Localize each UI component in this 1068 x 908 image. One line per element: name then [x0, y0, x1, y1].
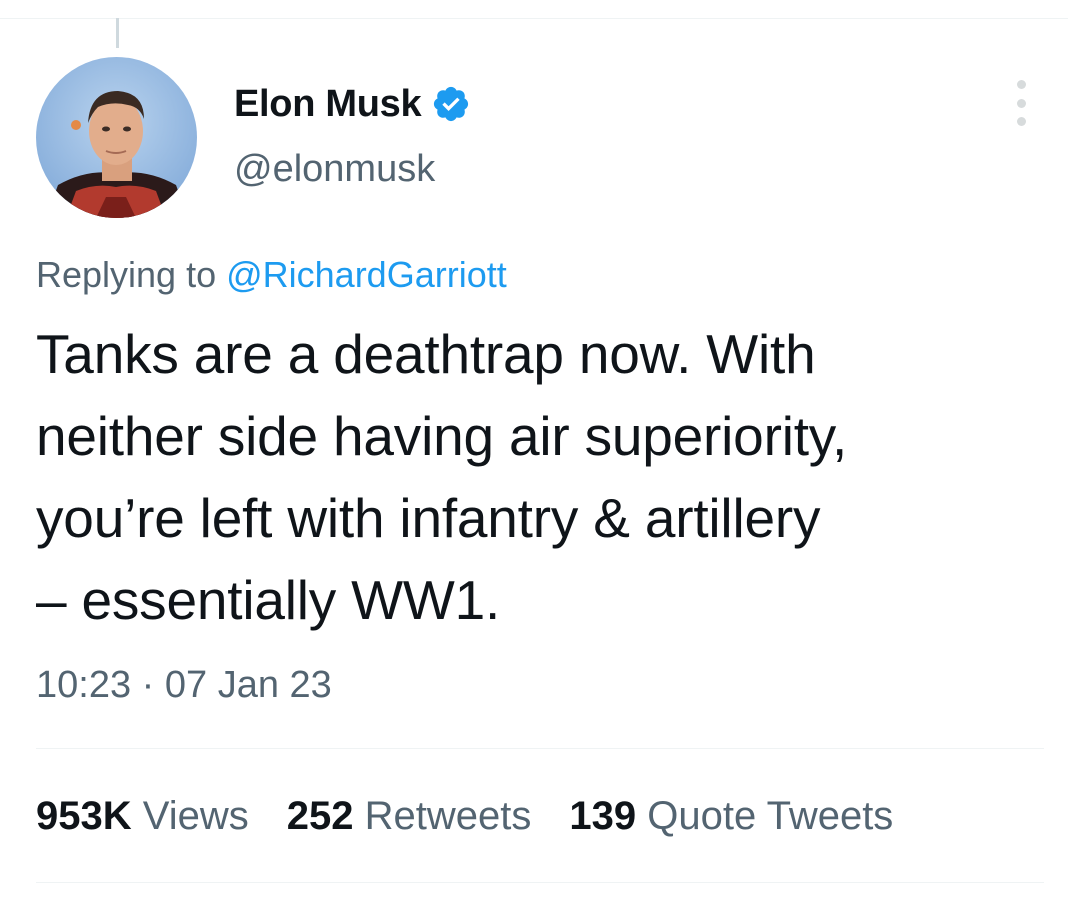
retweets-count: 252: [286, 794, 354, 838]
tweet-text-line: neither side having air superiority,: [36, 405, 848, 467]
more-vertical-icon-dot: [1016, 117, 1026, 126]
tweet-date-link[interactable]: 07 Jan 23: [165, 664, 332, 706]
replying-to-label: Replying to: [36, 254, 227, 295]
thread-connector-line: [116, 18, 119, 48]
avatar-image: [36, 57, 197, 218]
more-vertical-icon: [1016, 80, 1026, 89]
author-handle[interactable]: @elonmusk: [234, 148, 435, 191]
views-label: Views: [142, 794, 249, 838]
top-divider: [0, 18, 1068, 19]
views-count: 953K: [36, 794, 132, 838]
reply-mention-link[interactable]: @RichardGarriott: [226, 254, 507, 295]
author-name-row: Elon Musk: [234, 82, 471, 126]
retweets-label: Retweets: [364, 794, 532, 838]
author-display-name[interactable]: Elon Musk: [234, 83, 422, 126]
stats-top-divider: [36, 748, 1044, 749]
stats-bottom-divider: [36, 882, 1044, 883]
tweet-stats: 953K Views 252 Retweets 139 Quote Tweets: [36, 794, 931, 839]
tweet-text-line: Tanks are a deathtrap now. With: [36, 323, 816, 385]
more-vertical-icon-dot: [1016, 98, 1026, 108]
verified-badge-icon: [431, 84, 471, 124]
quote-tweets-label: Quote Tweets: [647, 794, 894, 838]
tweet-text: Tanks are a deathtrap now. With neither …: [36, 313, 1046, 641]
timestamp-separator: ·: [131, 664, 165, 706]
quote-tweets-count: 139: [569, 794, 637, 838]
tweet-time-link[interactable]: 10:23: [36, 664, 131, 706]
replying-to: Replying to @RichardGarriott: [36, 254, 507, 296]
tweet-timestamp: 10:23 · 07 Jan 23: [36, 664, 332, 707]
tweet-text-line: – essentially WW1.: [36, 569, 501, 631]
more-options-button[interactable]: [1006, 80, 1036, 126]
tweet-text-line: you’re left with infantry & artillery: [36, 487, 821, 549]
retweets-stat[interactable]: 252 Retweets: [287, 794, 532, 839]
quote-tweets-stat[interactable]: 139 Quote Tweets: [569, 794, 893, 839]
author-avatar[interactable]: [36, 57, 197, 218]
views-stat[interactable]: 953K Views: [36, 794, 249, 839]
